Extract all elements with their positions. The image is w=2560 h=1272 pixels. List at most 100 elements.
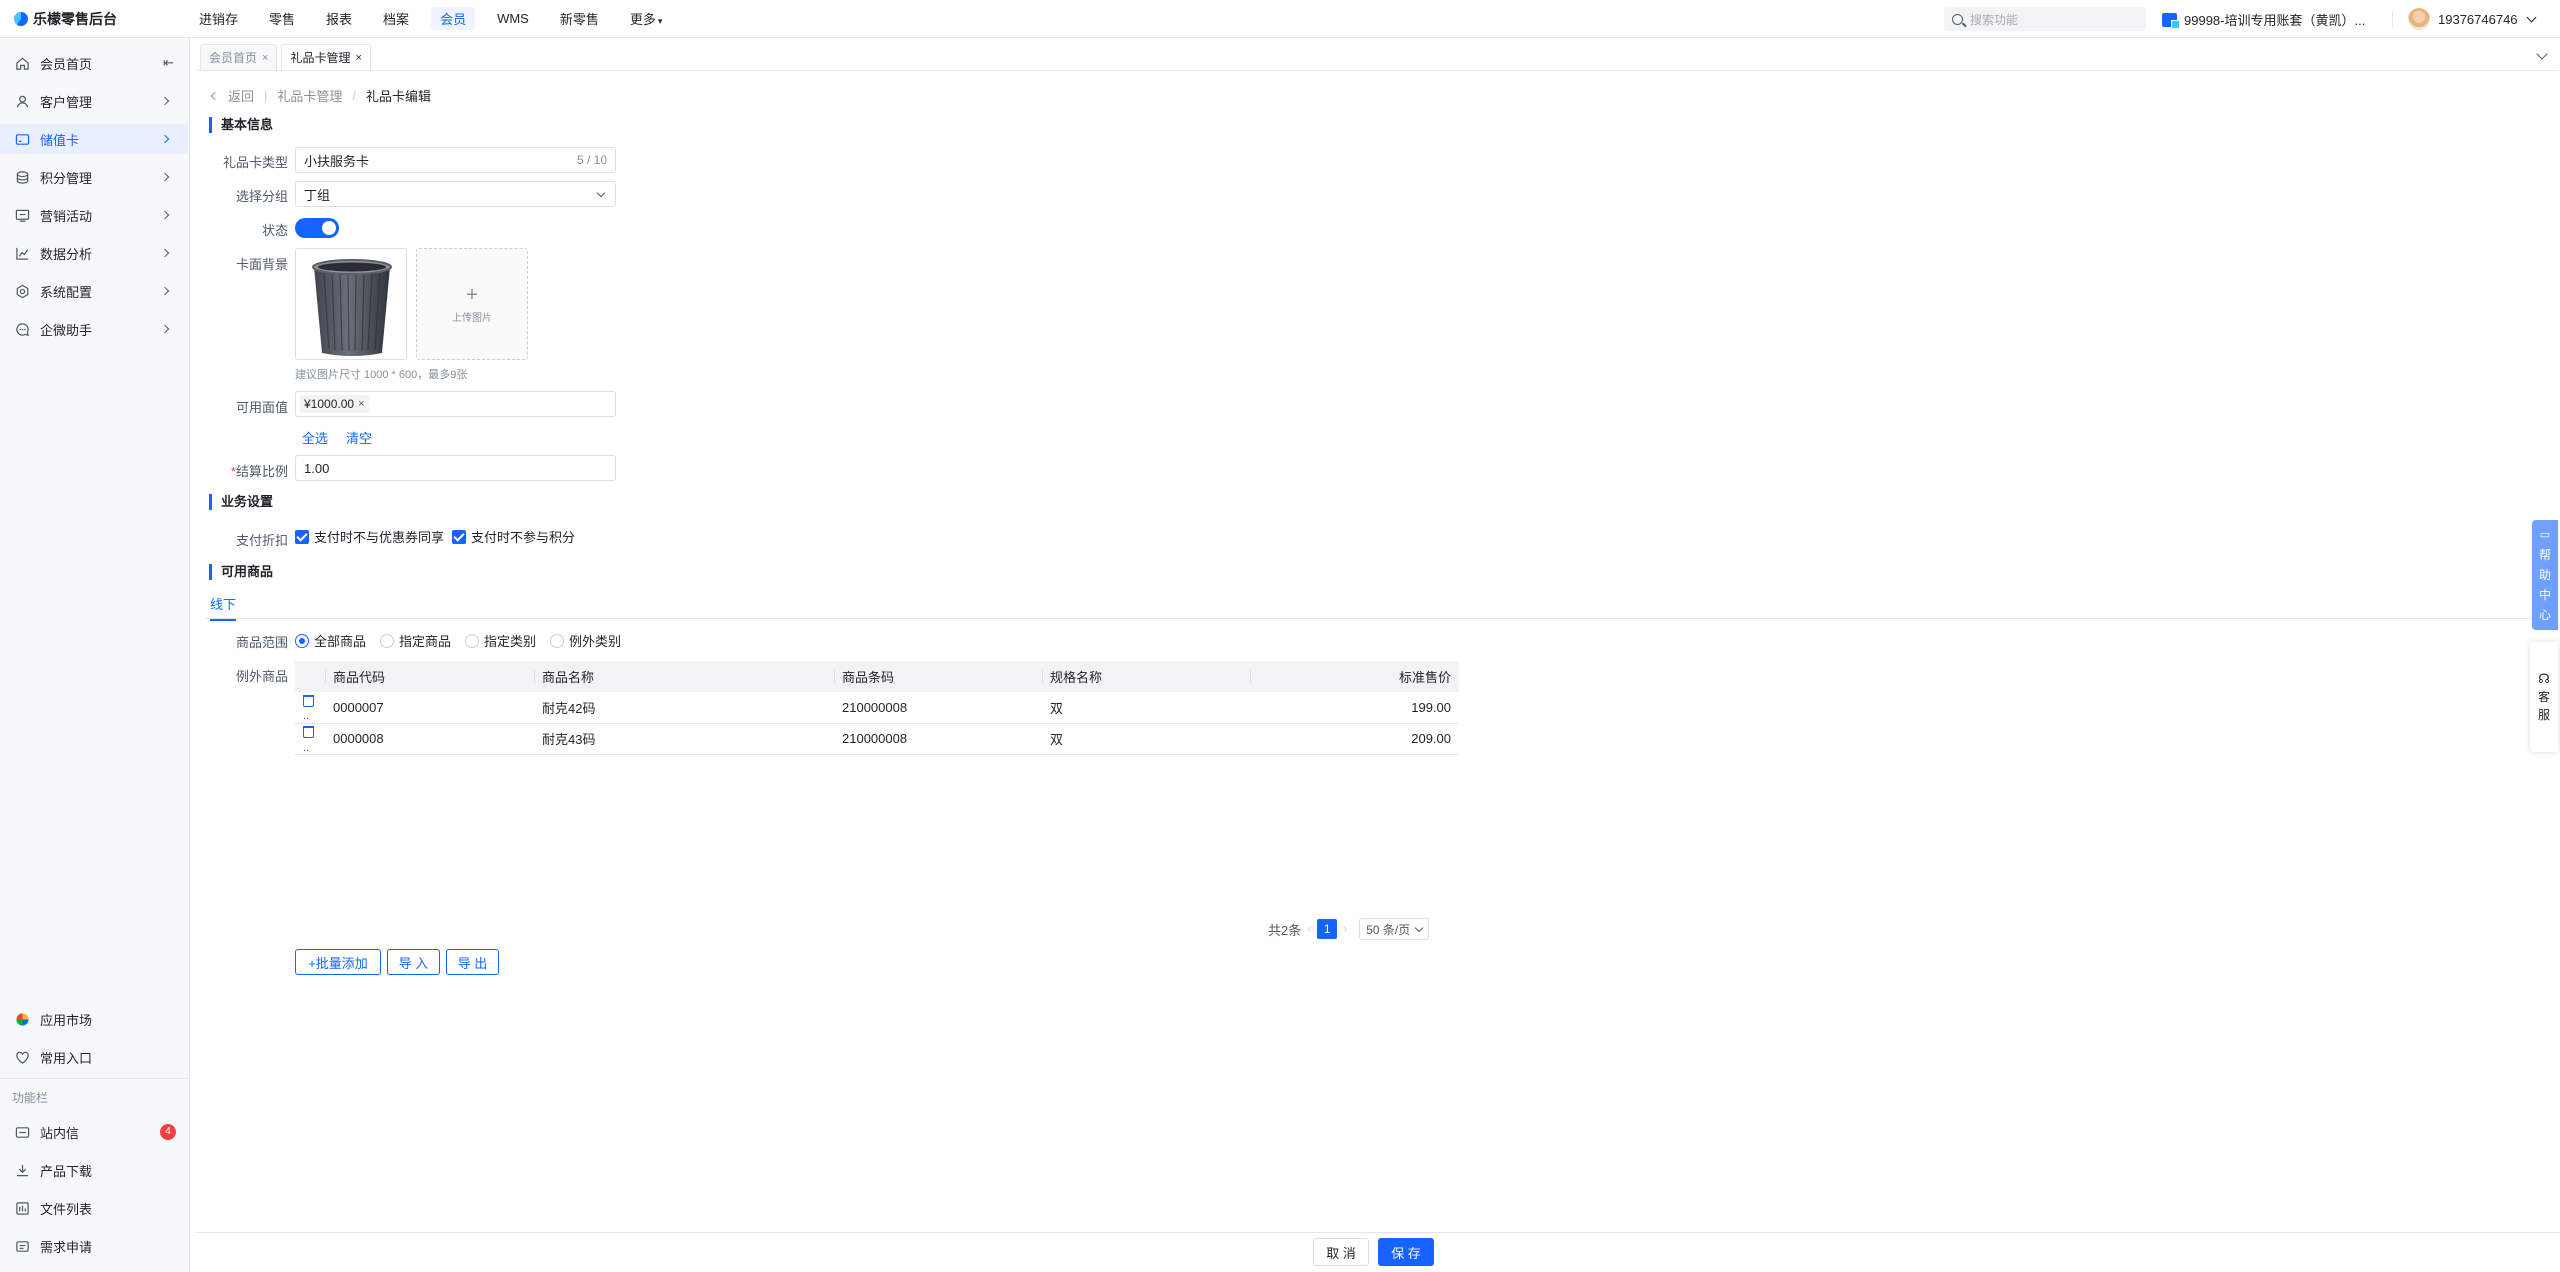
chevron-down-icon xyxy=(2526,12,2536,22)
table-header-action xyxy=(295,661,325,692)
save-button[interactable]: 保 存 xyxy=(1378,1238,1434,1266)
back-link[interactable]: 返回 xyxy=(228,86,254,105)
settlement-ratio-input[interactable]: 1.00 xyxy=(295,455,616,481)
sidebar-item-app-market[interactable]: 应用市场 xyxy=(0,1004,188,1034)
top-nav-item-member[interactable]: 会员 xyxy=(431,7,476,30)
logo-icon xyxy=(14,11,28,26)
char-count: 5 / 10 xyxy=(576,153,607,167)
sidebar-item-label: 积分管理 xyxy=(40,170,93,186)
sidebar-item-requests[interactable]: 需求申请 xyxy=(0,1231,188,1261)
radio-specified-category[interactable]: 指定类别 xyxy=(465,631,536,650)
top-nav-item-inventory[interactable]: 进销存 xyxy=(190,7,247,30)
table-header-code: 商品代码 xyxy=(325,661,534,692)
page-size-select[interactable]: 50 条/页 xyxy=(1359,918,1430,940)
account-switcher[interactable]: 99998-培训专用账套（黄凯）... xyxy=(2162,10,2365,29)
clear-link[interactable]: 清空 xyxy=(346,428,372,447)
sidebar-item-points[interactable]: 积分管理 xyxy=(0,162,188,192)
table-header-price: 标准售价 xyxy=(1250,661,1459,692)
group-select[interactable]: 丁组 xyxy=(295,181,616,207)
row-delete-button[interactable]: .. xyxy=(295,692,325,724)
checkbox-checked-icon xyxy=(295,529,309,544)
chevron-down-icon xyxy=(1415,923,1424,932)
collapse-sidebar-icon[interactable]: ⇤ xyxy=(163,55,174,71)
close-icon[interactable]: × xyxy=(358,398,364,410)
breadcrumb-parent[interactable]: 礼品卡管理 xyxy=(277,86,342,105)
sidebar-item-member-home[interactable]: 会员首页 ⇤ xyxy=(0,48,188,78)
sidebar-item-system-config[interactable]: 系统配置 xyxy=(0,276,188,306)
trash-bin-image xyxy=(312,259,392,356)
page-1-button[interactable]: 1 xyxy=(1317,919,1338,939)
sidebar-item-wecom-assistant[interactable]: 企微助手 xyxy=(0,314,188,344)
card-type-label: 礼品卡类型 xyxy=(222,155,288,170)
card-type-input[interactable]: 小扶服务卡 5 / 10 xyxy=(295,147,616,173)
top-nav-item-new-retail[interactable]: 新零售 xyxy=(551,7,608,30)
checkbox-label: 支付时不参与积分 xyxy=(471,530,576,545)
search-input[interactable]: 搜索功能 xyxy=(1944,7,2146,31)
app-title: 乐檬零售后台 xyxy=(33,10,117,27)
top-nav-item-retail[interactable]: 零售 xyxy=(260,7,304,30)
sidebar-item-stored-value-card[interactable]: 储值卡 xyxy=(0,124,188,154)
radio-excluded-category[interactable]: 例外类别 xyxy=(550,631,621,650)
cell-price: 209.00 xyxy=(1250,723,1459,755)
no-points-checkbox[interactable]: 支付时不参与积分 xyxy=(452,527,575,546)
next-page-button[interactable]: › xyxy=(1343,922,1347,936)
close-icon[interactable]: × xyxy=(262,52,268,64)
top-nav-item-archive[interactable]: 档案 xyxy=(374,7,418,30)
sidebar-item-label: 常用入口 xyxy=(40,1050,93,1066)
tab-offline[interactable]: 线下 xyxy=(210,594,237,621)
chevron-right-icon xyxy=(160,248,170,258)
sidebar-item-customers[interactable]: 客户管理 xyxy=(0,86,188,116)
search-icon xyxy=(1952,13,1963,25)
no-coupon-checkbox[interactable]: 支付时不与优惠券同享 xyxy=(295,527,444,546)
top-nav-item-wms[interactable]: WMS xyxy=(488,9,538,28)
radio-icon xyxy=(465,633,480,648)
help-char: 助 xyxy=(2538,568,2551,582)
chevron-down-icon[interactable] xyxy=(2536,48,2548,60)
sidebar-item-marketing[interactable]: 营销活动 xyxy=(0,200,188,230)
user-menu[interactable]: 19376746746 xyxy=(2408,8,2536,30)
radio-specified-goods[interactable]: 指定商品 xyxy=(380,631,451,650)
sidebar-item-favorites[interactable]: 常用入口 xyxy=(0,1042,188,1072)
cell-barcode: 210000008 xyxy=(834,692,1042,724)
search-placeholder: 搜索功能 xyxy=(1970,12,2019,27)
back-chevron-icon[interactable] xyxy=(210,91,220,100)
batch-add-button[interactable]: +批量添加 xyxy=(295,949,381,975)
export-button[interactable]: 导 出 xyxy=(446,949,499,975)
sidebar-item-analytics[interactable]: 数据分析 xyxy=(0,238,188,268)
face-value-tag-label: ¥1000.00 xyxy=(304,397,355,411)
face-value-select[interactable]: ¥1000.00 × xyxy=(295,391,616,417)
sidebar-item-label: 客户管理 xyxy=(40,94,93,110)
prev-page-button[interactable]: ‹ xyxy=(1307,922,1311,936)
row-delete-button[interactable]: .. xyxy=(295,723,325,755)
sidebar-item-messages[interactable]: 站内信 4 xyxy=(0,1117,188,1147)
customer-service-button[interactable]: ☊ 客 服 xyxy=(2530,642,2558,752)
tab-member-home[interactable]: 会员首页 × xyxy=(200,44,278,70)
tab-gift-card-management[interactable]: 礼品卡管理 × xyxy=(281,44,371,70)
home-icon xyxy=(14,55,30,71)
sidebar: 会员首页 ⇤ 客户管理 储值卡 积分管理 营销活动 数据分析 系统配置 企微助手 xyxy=(0,38,190,1272)
sidebar-item-product-download[interactable]: 产品下载 xyxy=(0,1155,188,1185)
upload-label: 上传图片 xyxy=(452,312,492,324)
top-nav-item-reports[interactable]: 报表 xyxy=(317,7,361,30)
upload-image-button[interactable]: + 上传图片 xyxy=(416,248,528,360)
import-button[interactable]: 导 入 xyxy=(387,949,440,975)
tab-label: 礼品卡管理 xyxy=(290,51,351,65)
app-logo[interactable]: 乐檬零售后台 xyxy=(0,9,190,29)
cancel-button[interactable]: 取 消 xyxy=(1313,1238,1369,1266)
cell-spec: 双 xyxy=(1042,692,1250,724)
table-row: .. 0000007 耐克42码 210000008 双 199.00 xyxy=(295,692,1459,724)
breadcrumb: 返回 | 礼品卡管理 / 礼品卡编辑 xyxy=(210,86,432,105)
help-center-button[interactable]: ▭ 帮 助 中 心 xyxy=(2532,520,2558,630)
breadcrumb-current: 礼品卡编辑 xyxy=(366,89,432,104)
status-toggle[interactable] xyxy=(295,218,339,238)
checkbox-label: 支付时不与优惠券同享 xyxy=(314,530,445,545)
select-all-link[interactable]: 全选 xyxy=(302,428,328,447)
chevron-right-icon xyxy=(160,324,170,334)
divider: | xyxy=(264,88,268,103)
sidebar-item-file-list[interactable]: 文件列表 xyxy=(0,1193,188,1223)
card-background-image[interactable] xyxy=(295,248,407,360)
top-nav-item-more[interactable]: 更多 ▾ xyxy=(621,7,672,30)
more-label: 更多 xyxy=(629,12,656,27)
close-icon[interactable]: × xyxy=(355,52,361,64)
radio-all-goods[interactable]: 全部商品 xyxy=(295,631,366,650)
